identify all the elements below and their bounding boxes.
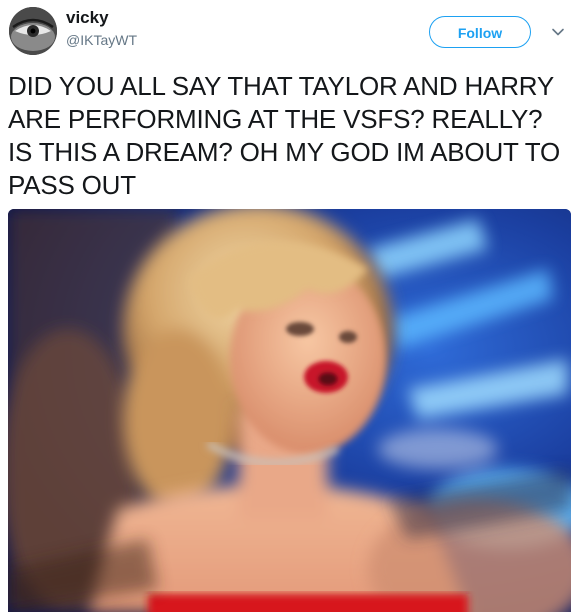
tweet-header: vicky @IKTayWT Follow (0, 0, 580, 68)
chevron-down-icon[interactable] (550, 24, 566, 40)
display-name[interactable]: vicky (66, 8, 109, 28)
media-photo (8, 209, 571, 612)
tweet-media-image[interactable] (8, 209, 571, 612)
user-handle[interactable]: @IKTayWT (66, 31, 137, 49)
avatar[interactable] (9, 7, 57, 55)
follow-button[interactable]: Follow (429, 16, 531, 48)
avatar-eye-photo (9, 7, 57, 55)
tweet-card: vicky @IKTayWT Follow DID YOU ALL SAY TH… (0, 0, 580, 612)
tweet-text: DID YOU ALL SAY THAT TAYLOR AND HARRY AR… (8, 71, 561, 200)
